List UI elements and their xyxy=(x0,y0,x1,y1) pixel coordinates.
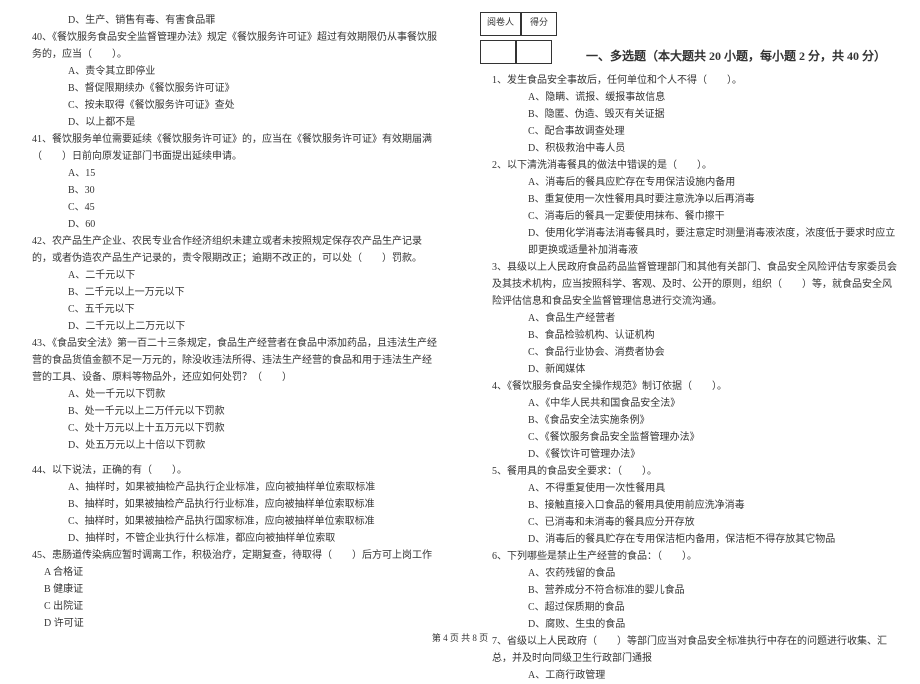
q44-option-c: C、抽样时，如果被抽检产品执行国家标准，应向被抽样单位索取标准 xyxy=(20,513,440,530)
mq1-option-c: C、配合事故调查处理 xyxy=(480,123,900,140)
q41-option-a: A、15 xyxy=(20,165,440,182)
mq1: 1、发生食品安全事故后，任何单位和个人不得（ ）。 xyxy=(480,72,900,89)
q44: 44、以下说法，正确的有（ ）。 xyxy=(20,462,440,479)
score-box: 阅卷人 得分 xyxy=(480,12,557,36)
q45-option-d: D 许可证 xyxy=(20,615,440,632)
mq4-option-b: B、《食品安全法实施条例》 xyxy=(480,412,900,429)
q40-option-c: C、按未取得《餐饮服务许可证》查处 xyxy=(20,97,440,114)
mq3-option-d: D、新闻媒体 xyxy=(480,361,900,378)
mq5-option-a: A、不得重复使用一次性餐用具 xyxy=(480,480,900,497)
score-box-empty xyxy=(480,40,552,64)
q45-option-a: A 合格证 xyxy=(20,564,440,581)
mq4-option-a: A、《中华人民共和国食品安全法》 xyxy=(480,395,900,412)
q43-option-b: B、处一千元以上二万仟元以下罚款 xyxy=(20,403,440,420)
q42-option-d: D、二千元以上二万元以下 xyxy=(20,318,440,335)
q42-option-a: A、二千元以下 xyxy=(20,267,440,284)
q44-option-a: A、抽样时，如果被抽检产品执行企业标准，应向被抽样单位索取标准 xyxy=(20,479,440,496)
mq5-option-d: D、消毒后的餐具贮存在专用保洁柜内备用，保洁柜不得存放其它物品 xyxy=(480,531,900,548)
q45: 45、患肠道传染病应暂时调离工作，积极治疗，定期复查，待取得（ ）后方可上岗工作 xyxy=(20,547,440,564)
q43-option-a: A、处一千元以下罚款 xyxy=(20,386,440,403)
q43: 43、《食品安全法》第一百二十三条规定，食品生产经营者在食品中添加药品，且违法生… xyxy=(20,335,440,386)
q40: 40、《餐饮服务食品安全监督管理办法》规定《餐饮服务许可证》超过有效期限仍从事餐… xyxy=(20,29,440,63)
q41-option-d: D、60 xyxy=(20,216,440,233)
q43-option-c: C、处十万元以上十五万元以下罚款 xyxy=(20,420,440,437)
mq3-option-b: B、食品检验机构、认证机构 xyxy=(480,327,900,344)
mq2-option-d: D、使用化学消毒法消毒餐具时，要注意定时测量消毒液浓度，浓度低于要求时应立即更换… xyxy=(480,225,900,259)
mq6-option-a: A、农药残留的食品 xyxy=(480,565,900,582)
q44-option-b: B、抽样时，如果被抽检产品执行行业标准，应向被抽样单位索取标准 xyxy=(20,496,440,513)
q40-option-a: A、责令其立即停业 xyxy=(20,63,440,80)
mq1-option-b: B、隐匿、伪造、毁灭有关证据 xyxy=(480,106,900,123)
mq5: 5、餐用具的食品安全要求：（ ）。 xyxy=(480,463,900,480)
q42: 42、农产品生产企业、农民专业合作经济组织未建立或者未按照规定保存农产品生产记录… xyxy=(20,233,440,267)
mq1-option-d: D、积极救治中毒人员 xyxy=(480,140,900,157)
mq6-option-c: C、超过保质期的食品 xyxy=(480,599,900,616)
mq3-option-a: A、食品生产经营者 xyxy=(480,310,900,327)
q40-option-d: D、以上都不是 xyxy=(20,114,440,131)
q42-option-c: C、五千元以下 xyxy=(20,301,440,318)
score-points-value xyxy=(516,40,552,64)
score-points-label: 得分 xyxy=(521,12,557,36)
mq3: 3、县级以上人民政府食品药品监督管理部门和其他有关部门、食品安全风险评估专家委员… xyxy=(480,259,900,310)
mq7-option-a: A、工商行政管理 xyxy=(480,667,900,684)
mq2-option-b: B、重复使用一次性餐用具时要注意洗净以后再消毒 xyxy=(480,191,900,208)
q45-option-b: B 健康证 xyxy=(20,581,440,598)
mq5-option-c: C、已消毒和未消毒的餐具应分开存放 xyxy=(480,514,900,531)
q40-option-b: B、督促限期续办《餐饮服务许可证》 xyxy=(20,80,440,97)
q39-option-d: D、生产、销售有毒、有害食品罪 xyxy=(20,12,440,29)
q43-option-d: D、处五万元以上十倍以下罚款 xyxy=(20,437,440,454)
mq4-option-d: D、《餐饮许可管理办法》 xyxy=(480,446,900,463)
q45-option-c: C 出院证 xyxy=(20,598,440,615)
score-grader-value xyxy=(480,40,516,64)
mq6: 6、下列哪些是禁止生产经营的食品：（ ）。 xyxy=(480,548,900,565)
mq2-option-a: A、消毒后的餐具应贮存在专用保洁设施内备用 xyxy=(480,174,900,191)
q41-option-b: B、30 xyxy=(20,182,440,199)
q41-option-c: C、45 xyxy=(20,199,440,216)
section-title: 一、多选题（本大题共 20 小题，每小题 2 分，共 40 分） xyxy=(572,46,900,66)
mq6-option-b: B、营养成分不符合标准的婴儿食品 xyxy=(480,582,900,599)
mq3-option-c: C、食品行业协会、消费者协会 xyxy=(480,344,900,361)
right-column: 阅卷人 得分 一、多选题（本大题共 20 小题，每小题 2 分，共 40 分） … xyxy=(460,0,920,650)
mq5-option-b: B、接触直接入口食品的餐用具使用前应洗净消毒 xyxy=(480,497,900,514)
score-grader-label: 阅卷人 xyxy=(480,12,521,36)
mq1-option-a: A、隐瞒、谎报、缓报事故信息 xyxy=(480,89,900,106)
left-column: D、生产、销售有毒、有害食品罪 40、《餐饮服务食品安全监督管理办法》规定《餐饮… xyxy=(0,0,460,650)
mq2-option-c: C、消毒后的餐具一定要使用抹布、餐巾擦干 xyxy=(480,208,900,225)
q44-option-d: D、抽样时，不管企业执行什么标准，都应向被抽样单位索取 xyxy=(20,530,440,547)
mq4-option-c: C、《餐饮服务食品安全监督管理办法》 xyxy=(480,429,900,446)
page-footer: 第 4 页 共 8 页 xyxy=(0,631,920,644)
mq4: 4、《餐饮服务食品安全操作规范》制订依据（ ）。 xyxy=(480,378,900,395)
mq2: 2、以下清洗消毒餐具的做法中错误的是（ ）。 xyxy=(480,157,900,174)
q42-option-b: B、二千元以上一万元以下 xyxy=(20,284,440,301)
section-header-row: 阅卷人 得分 xyxy=(480,12,900,40)
score-empty-row: 一、多选题（本大题共 20 小题，每小题 2 分，共 40 分） xyxy=(480,40,900,72)
q41: 41、餐饮服务单位需要延续《餐饮服务许可证》的，应当在《餐饮服务许可证》有效期届… xyxy=(20,131,440,165)
